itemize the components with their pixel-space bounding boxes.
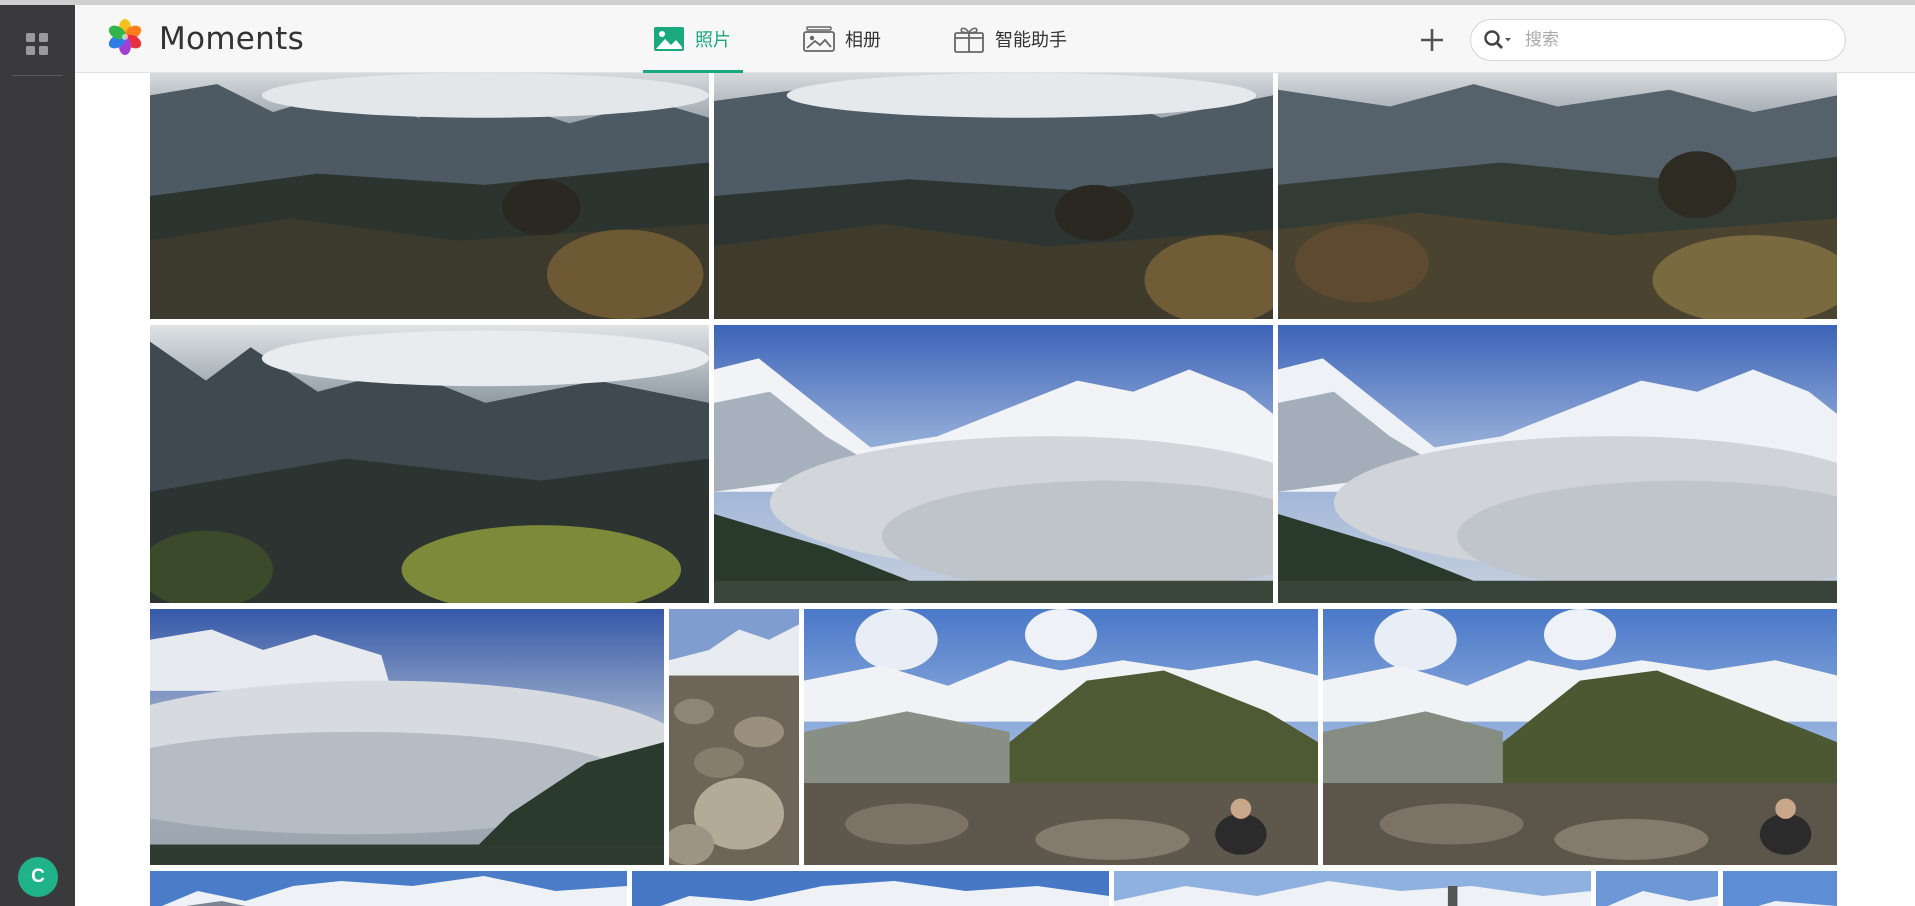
photo-thumbnail[interactable] xyxy=(804,609,1318,865)
photo-thumbnail[interactable] xyxy=(714,73,1273,319)
photo-thumbnail[interactable] xyxy=(1114,871,1591,906)
photo-thumbnail[interactable] xyxy=(150,609,664,865)
app-header: Moments 照片 相册 智能助手 搜索 xyxy=(75,5,1915,73)
photo-thumbnail[interactable] xyxy=(1596,871,1718,906)
flower-logo-icon xyxy=(105,17,145,61)
photo-thumbnail[interactable] xyxy=(150,325,709,603)
plus-icon[interactable] xyxy=(1415,23,1449,57)
photo-thumbnail[interactable] xyxy=(1278,73,1837,319)
tab-albums[interactable]: 相册 xyxy=(803,5,881,73)
tab-photos[interactable]: 照片 xyxy=(643,5,743,73)
album-icon xyxy=(803,26,835,52)
photo-thumbnail[interactable] xyxy=(1323,609,1837,865)
photo-gallery xyxy=(75,73,1915,906)
photo-thumbnail[interactable] xyxy=(150,871,627,906)
search-box xyxy=(1470,19,1846,61)
tab-label: 智能助手 xyxy=(995,30,1067,51)
gift-assistant-icon xyxy=(953,25,985,53)
photo-thumbnail[interactable] xyxy=(714,325,1273,603)
sidebar-divider xyxy=(12,75,62,76)
tab-label: 照片 xyxy=(695,30,731,51)
user-avatar[interactable]: C xyxy=(18,857,58,897)
photo-thumbnail[interactable] xyxy=(632,871,1109,906)
app-sidebar: C xyxy=(0,5,75,906)
search-input[interactable] xyxy=(1523,29,1823,51)
photo-thumbnail[interactable] xyxy=(1723,871,1837,906)
photo-thumbnail[interactable] xyxy=(1278,325,1837,603)
photo-thumbnail[interactable] xyxy=(669,609,799,865)
photo-icon xyxy=(653,26,685,52)
brand[interactable]: Moments xyxy=(105,19,304,59)
search-dropdown-icon[interactable] xyxy=(1483,29,1513,51)
tab-assistant[interactable]: 智能助手 xyxy=(953,5,1067,73)
grid-apps-icon[interactable] xyxy=(23,30,51,58)
tab-label: 相册 xyxy=(845,30,881,51)
photo-thumbnail[interactable] xyxy=(150,73,709,319)
app-title: Moments xyxy=(159,21,305,57)
